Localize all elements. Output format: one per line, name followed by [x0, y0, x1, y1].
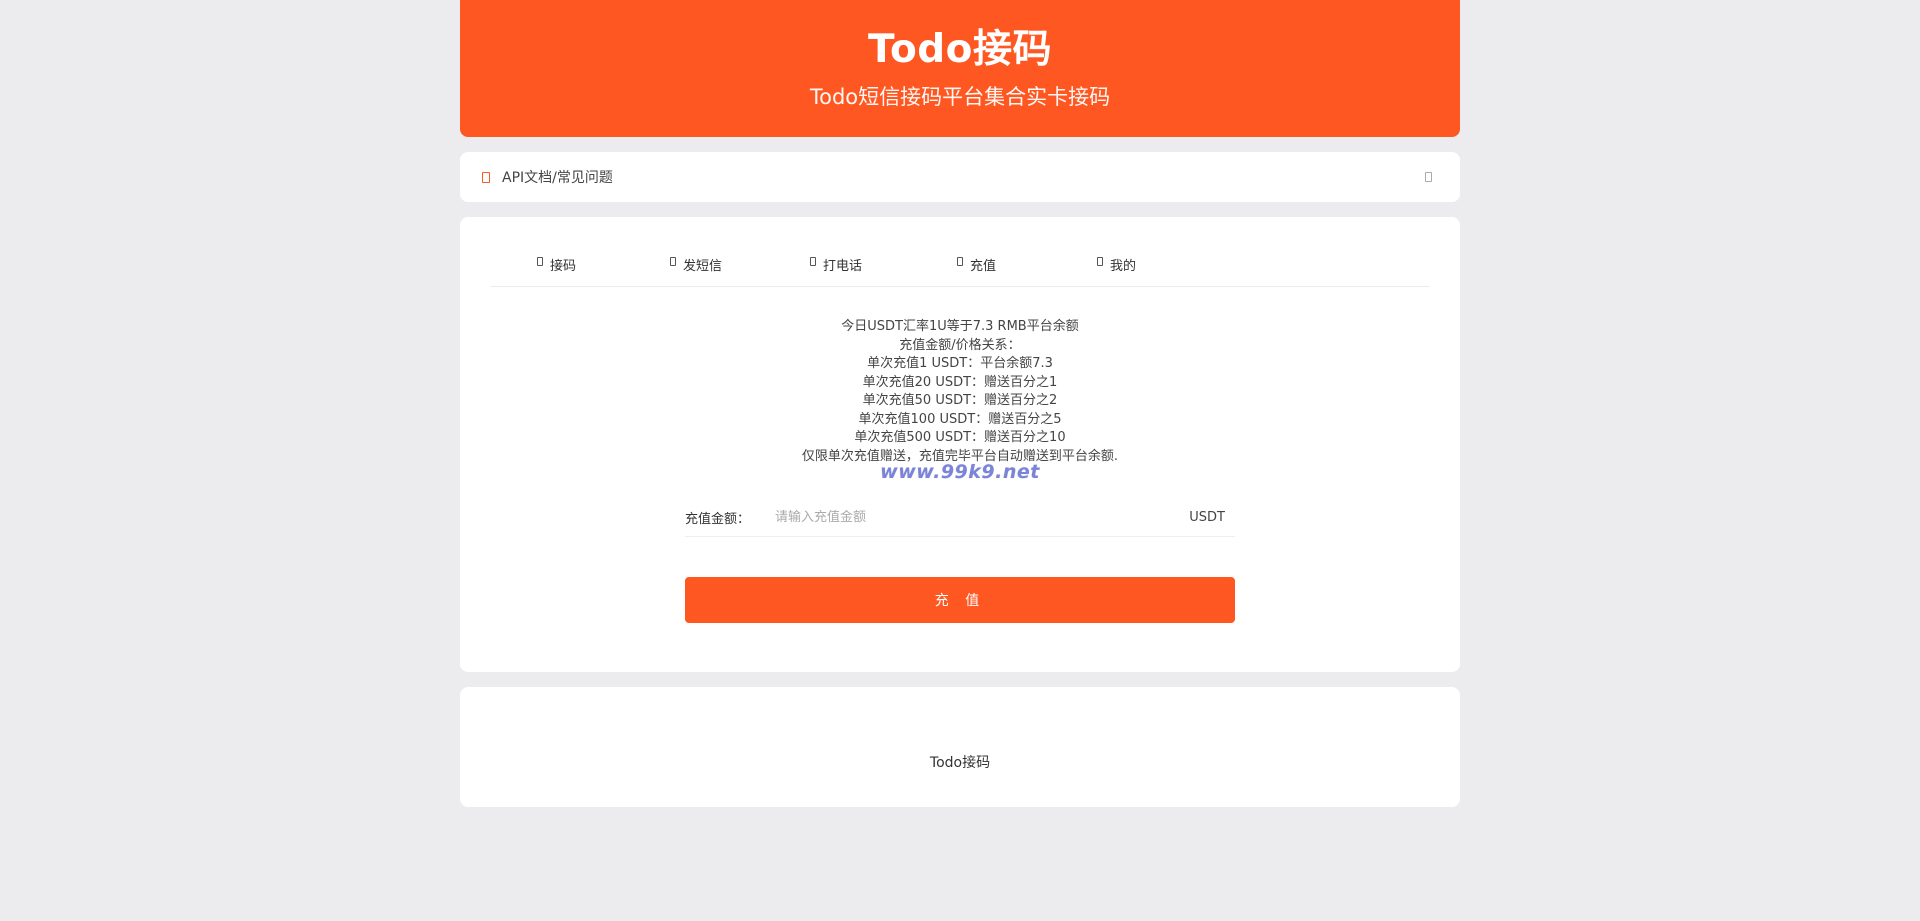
- amount-input[interactable]: [775, 509, 1190, 525]
- footer-text: Todo接码: [929, 755, 991, 771]
- info-line: 单次充值100 USDT：赠送百分之5: [858, 411, 1062, 427]
- tab-call[interactable]: 打电话: [810, 255, 957, 286]
- api-docs-label: API文档/常见问题: [502, 170, 613, 186]
- info-line: 单次充值20 USDT：赠送百分之1: [862, 374, 1058, 390]
- wallet-icon: [957, 257, 963, 266]
- recharge-button[interactable]: 充 值: [685, 577, 1235, 623]
- chevron-right-icon: [1425, 172, 1432, 182]
- recharge-info: 今日USDT汇率1U等于7.3 RMB平台余额 充值金额/价格关系： 单次充值1…: [490, 318, 1430, 466]
- info-line: 充值金额/价格关系：: [899, 337, 1021, 353]
- tab-receive-code[interactable]: 接码: [537, 255, 670, 286]
- user-icon: [1097, 257, 1103, 266]
- message-icon: [537, 257, 543, 266]
- tab-label: 我的: [1110, 259, 1137, 274]
- amount-label: 充值金额：: [685, 511, 751, 527]
- tab-label: 接码: [550, 259, 577, 274]
- tab-label: 打电话: [823, 259, 863, 274]
- tab-label: 发短信: [683, 259, 723, 274]
- info-line: 单次充值500 USDT：赠送百分之10: [854, 430, 1066, 445]
- site-title: Todo接码: [868, 27, 1052, 72]
- info-line: 单次充值1 USDT：平台余额7.3: [867, 356, 1053, 371]
- page-container: Todo接码 Todo短信接码平台集合实卡接码 API文档/常见问题 接码 发短…: [460, 0, 1460, 807]
- info-line: 今日USDT汇率1U等于7.3 RMB平台余额: [841, 319, 1079, 334]
- send-icon: [670, 257, 676, 266]
- tab-recharge[interactable]: 充值: [957, 255, 1097, 286]
- site-subtitle: Todo短信接码平台集合实卡接码: [809, 85, 1111, 109]
- watermark-text: www.99k9.net: [880, 461, 1040, 483]
- info-line: 单次充值50 USDT：赠送百分之2: [862, 393, 1058, 408]
- main-card: 接码 发短信 打电话 充值 我的 今日USDT汇率1U等于7.3 RMB平台余额…: [460, 217, 1460, 672]
- tab-label: 充值: [970, 259, 997, 274]
- amount-row: 充值金额： USDT: [685, 500, 1235, 537]
- currency-unit: USDT: [1189, 509, 1225, 525]
- header-banner: Todo接码 Todo短信接码平台集合实卡接码: [460, 0, 1460, 137]
- tab-send-sms[interactable]: 发短信: [670, 255, 810, 286]
- api-docs-link[interactable]: API文档/常见问题: [460, 152, 1460, 202]
- phone-icon: [810, 257, 816, 266]
- footer: Todo接码: [460, 687, 1460, 807]
- tab-bar: 接码 发短信 打电话 充值 我的: [490, 217, 1430, 287]
- document-icon: [482, 171, 490, 183]
- tab-mine[interactable]: 我的: [1097, 255, 1136, 286]
